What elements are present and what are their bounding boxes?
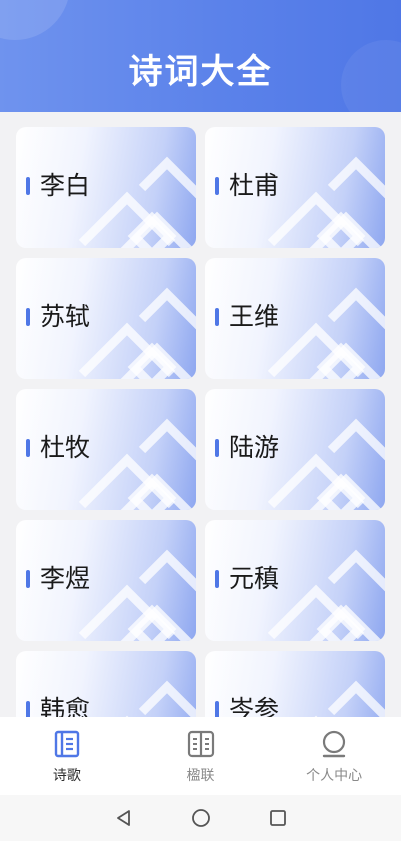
poet-card[interactable]: 陆游 <box>205 389 385 510</box>
poet-card[interactable]: 岑参 <box>205 651 385 717</box>
pattern-decoration <box>267 549 385 641</box>
accent-bar <box>215 308 219 326</box>
bottom-tab-bar: 诗歌 楹联 个人中心 <box>0 717 401 795</box>
poet-card[interactable]: 杜甫 <box>205 127 385 248</box>
recents-square-icon <box>269 810 286 826</box>
book-icon <box>54 730 80 758</box>
pattern-decoration <box>78 418 196 510</box>
poet-card[interactable]: 杜牧 <box>16 389 196 510</box>
pattern-decoration <box>314 680 385 717</box>
pattern-decoration <box>267 156 385 248</box>
poet-card[interactable]: 韩愈 <box>16 651 196 717</box>
poet-grid: 李白 杜甫 苏轼 王维 杜牧 陆游 李煜 元稹 韩愈 岑参 <box>16 127 385 717</box>
accent-bar <box>215 439 219 457</box>
poet-card[interactable]: 王维 <box>205 258 385 379</box>
poet-card[interactable]: 苏轼 <box>16 258 196 379</box>
poet-name: 王维 <box>229 302 280 331</box>
accent-bar <box>26 177 30 195</box>
back-button[interactable] <box>113 807 135 829</box>
poet-name: 岑参 <box>229 695 280 717</box>
pattern-decoration <box>78 549 196 641</box>
tab-label: 楹联 <box>186 768 215 784</box>
accent-bar <box>26 701 30 717</box>
poet-card[interactable]: 李煜 <box>16 520 196 641</box>
poet-name: 韩愈 <box>40 695 91 717</box>
poet-card[interactable]: 元稹 <box>205 520 385 641</box>
accent-bar <box>215 570 219 588</box>
home-circle-icon <box>191 809 210 827</box>
pattern-decoration <box>267 287 385 379</box>
tab-label: 诗歌 <box>52 768 81 784</box>
pattern-decoration <box>78 287 196 379</box>
poet-name: 杜牧 <box>40 433 91 462</box>
poet-name: 杜甫 <box>229 171 280 200</box>
recents-button[interactable] <box>267 807 289 829</box>
poet-name: 李白 <box>40 171 91 200</box>
accent-bar <box>215 177 219 195</box>
app-header: 诗词大全 <box>0 0 401 112</box>
poet-grid-scroll[interactable]: 李白 杜甫 苏轼 王维 杜牧 陆游 李煜 元稹 韩愈 岑参 <box>0 112 401 717</box>
poet-name: 陆游 <box>229 433 280 462</box>
pattern-decoration <box>267 418 385 510</box>
accent-bar <box>215 701 219 717</box>
home-button[interactable] <box>190 807 212 829</box>
user-icon <box>322 730 346 758</box>
pattern-decoration <box>125 680 196 717</box>
poet-name: 元稹 <box>229 564 280 593</box>
couplet-icon <box>187 730 214 758</box>
accent-bar <box>26 439 30 457</box>
poet-name: 苏轼 <box>40 302 91 331</box>
header-decoration <box>0 0 70 40</box>
page-title: 诗词大全 <box>128 52 273 92</box>
tab-label: 个人中心 <box>306 768 363 784</box>
poet-card[interactable]: 李白 <box>16 127 196 248</box>
back-triangle-icon <box>116 810 130 826</box>
system-nav-bar <box>0 795 401 841</box>
pattern-decoration <box>78 156 196 248</box>
tab-couplets[interactable]: 楹联 <box>134 717 268 795</box>
accent-bar <box>26 570 30 588</box>
accent-bar <box>26 308 30 326</box>
poet-name: 李煜 <box>40 564 91 593</box>
tab-profile[interactable]: 个人中心 <box>267 717 401 795</box>
tab-poetry[interactable]: 诗歌 <box>0 717 134 795</box>
